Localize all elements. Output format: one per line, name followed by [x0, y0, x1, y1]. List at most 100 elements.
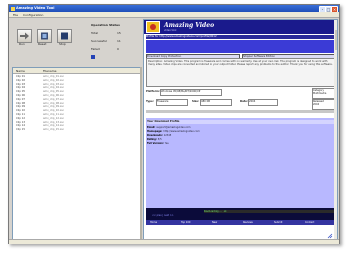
profile-line-value: http://www.amazingvideo.com [163, 130, 200, 133]
banner: Amazing Video video tool [144, 20, 337, 34]
date-label: Date: [240, 100, 248, 103]
menu-configuration[interactable]: Configuration [23, 13, 43, 17]
brand-tagline: video tool [164, 29, 177, 32]
download-console: Downloading... ok << prev | next >> [146, 208, 335, 220]
profile-line: Downloads:12345 [147, 134, 171, 138]
list-item-file: amv_clip_12.avi [43, 116, 64, 120]
list-item-name: Clip 07 [16, 97, 26, 101]
profile-line: Homepage:http://www.amazingvideo.com [147, 130, 200, 134]
site-tab[interactable]: Home [150, 221, 157, 224]
detail-panel: Amazing Video video tool Profile for htt… [143, 19, 338, 241]
status-total-value: 15 [117, 31, 121, 35]
main-window: Amazing Video Tool - □ × File Configurat… [8, 4, 340, 244]
list-item-file: amv_clip_04.avi [43, 86, 64, 90]
list-item-name: Clip 02 [16, 78, 26, 82]
info-area [146, 40, 335, 53]
separator [146, 110, 335, 113]
type-label: Type: [146, 100, 154, 103]
vertical-scrollbar[interactable] [334, 20, 337, 240]
profile-line-value: support@amazingvideo.com [156, 126, 191, 129]
status-failed-value: 0 [117, 47, 119, 51]
video-logo-icon [146, 21, 160, 33]
download-profile-heading: Your Download Profile [147, 120, 334, 124]
profile-line-label: Downloads: [147, 134, 163, 137]
list-header: Name Filename [13, 68, 140, 74]
menu-file[interactable]: File [13, 13, 18, 17]
profile-line-value: 12345 [163, 134, 172, 137]
clip-list[interactable]: Name Filename Clip 01 amv_clip_01.avi Clip… [12, 67, 141, 241]
status-successful-value: 11 [117, 39, 121, 43]
platform-field: Windows 95/98/Me/NT/2000/XP [160, 89, 222, 96]
reset-label: Reset [38, 42, 47, 46]
profile-line: Full Version:Yes [147, 142, 169, 146]
status-heading: Operation Status [91, 23, 120, 27]
profile-line-label: Email: [147, 126, 156, 129]
list-item-name: Clip 15 [16, 128, 26, 132]
site-tab[interactable]: Contact [305, 221, 314, 224]
list-item-name: Clip 12 [16, 116, 26, 120]
profile-line-label: Rating: [147, 138, 157, 141]
splitter[interactable] [140, 67, 142, 239]
list-item-name: Clip 06 [16, 94, 26, 97]
column-filename[interactable]: Filename [43, 69, 57, 73]
stop-button[interactable] [57, 29, 72, 43]
scroll-thumb[interactable] [334, 30, 337, 50]
profile-line-value: Yes [164, 142, 169, 145]
list-item-name: Clip 10 [16, 109, 26, 113]
app-icon [11, 6, 15, 11]
list-item[interactable]: Clip 15 amv_clip_15.avi [13, 128, 140, 132]
stop-label: Stop [59, 42, 66, 46]
type-field: Freeware [156, 99, 188, 106]
list-item-file: amv_clip_15.avi [43, 128, 64, 132]
list-item-file: amv_clip_05.avi [43, 90, 64, 94]
list-item-name: Clip 09 [16, 105, 26, 109]
list-item-name: Clip 05 [16, 90, 26, 94]
category-value: Multimedia [313, 92, 327, 95]
list-item-file: amv_clip_01.avi [43, 75, 64, 78]
console-nav[interactable]: << prev | next >> [152, 214, 174, 217]
size-field: 480 KB [200, 99, 232, 106]
status-bar [9, 239, 339, 244]
list-item-name: Clip 11 [16, 113, 26, 116]
reset-button[interactable] [37, 29, 52, 43]
list-item-file: amv_clip_14.avi [43, 124, 64, 128]
site-tab[interactable]: New [212, 221, 217, 224]
released-value: 2004 [313, 103, 320, 106]
profile-line: Rating:5/5 [147, 138, 162, 142]
date-field: 2004 [248, 99, 278, 106]
status-indicator [91, 55, 95, 59]
title-bar[interactable]: Amazing Video Tool - □ × [9, 5, 339, 13]
profile-url[interactable]: Profile for http://www.amazingvideos.com… [146, 35, 335, 39]
window-title: Amazing Video Tool [16, 6, 55, 10]
console-output: Downloading... ok [204, 210, 334, 213]
run-button[interactable] [17, 29, 32, 43]
reset-icon [41, 32, 48, 40]
description: Description: Amazing Video. This program… [146, 58, 335, 87]
profile-line-value: 5/5 [157, 138, 162, 141]
site-tab[interactable]: Submit [274, 221, 282, 224]
list-item-file: amv_clip_07.avi [43, 97, 64, 101]
list-item-file: amv_clip_10.avi [43, 109, 64, 113]
platform-label: Platform: [146, 90, 160, 93]
list-item-name: Clip 04 [16, 86, 26, 90]
list-item-file: amv_clip_06.avi [43, 94, 64, 97]
site-nav: Home Top 100 New Reviews Submit Contact [146, 220, 335, 225]
site-tab[interactable]: Top 100 [181, 221, 190, 224]
list-item-file: amv_clip_11.avi [43, 113, 64, 116]
profile-line-label: Full Version: [147, 142, 164, 145]
brand-title: Amazing Video [164, 22, 215, 29]
profile-line: Email:support@amazingvideo.com [147, 126, 190, 130]
size-label: Size: [192, 100, 200, 103]
site-tab[interactable]: Reviews [243, 221, 253, 224]
list-item-name: Clip 01 [16, 75, 26, 78]
list-item-file: amv_clip_02.avi [43, 78, 64, 82]
list-item-file: amv_clip_09.avi [43, 105, 64, 109]
profile-line-label: Homepage: [147, 130, 163, 133]
run-label: Run [19, 42, 25, 46]
status-failed-label: Failed [91, 47, 100, 51]
download-profile: Your Download Profile Email:support@amaz… [146, 118, 335, 218]
status-successful-label: Successful [91, 39, 107, 43]
column-name[interactable]: Name [16, 69, 25, 73]
stop-icon [61, 32, 68, 40]
list-item-name: Clip 14 [16, 124, 26, 128]
